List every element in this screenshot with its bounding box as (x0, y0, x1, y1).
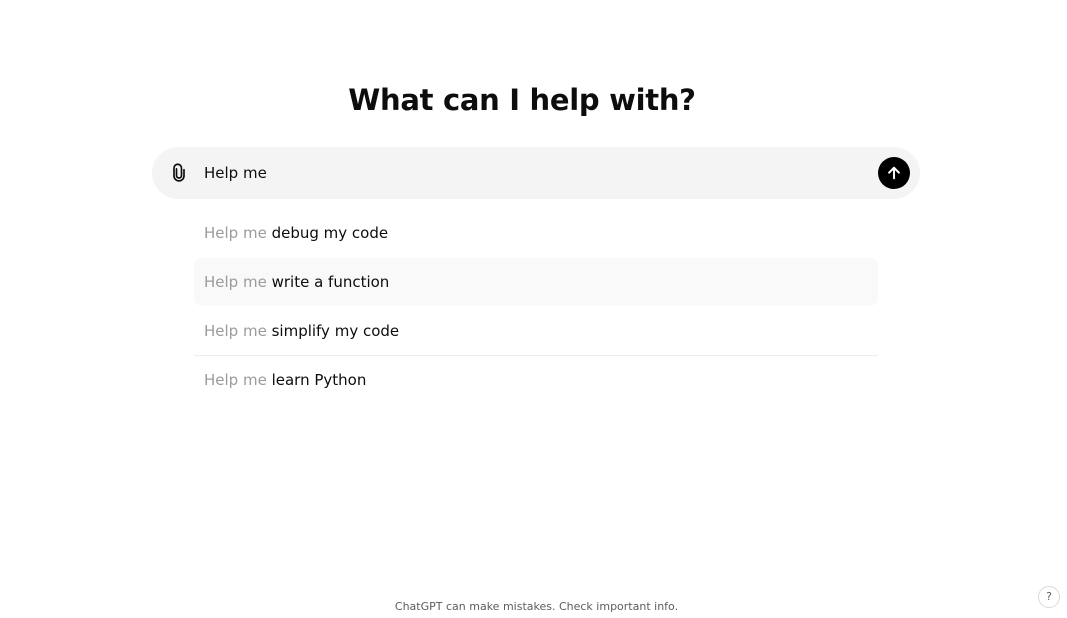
suggestion-item[interactable]: Help me debug my code (194, 209, 878, 257)
suggestion-completion: debug my code (271, 224, 389, 242)
prompt-input[interactable] (204, 158, 864, 188)
suggestion-prefix: Help me (204, 273, 267, 291)
suggestion-completion: write a function (271, 273, 390, 291)
suggestion-completion: simplify my code (271, 322, 400, 340)
send-button[interactable] (878, 157, 910, 189)
suggestion-prefix: Help me (204, 371, 267, 389)
suggestion-prefix: Help me (204, 224, 267, 242)
suggestion-item[interactable]: Help me write a function (194, 258, 878, 306)
disclaimer-text: ChatGPT can make mistakes. Check importa… (394, 600, 679, 613)
suggestion-completion: learn Python (271, 371, 367, 389)
arrow-up-icon (888, 166, 900, 180)
page-title: What can I help with? (348, 83, 696, 117)
help-button[interactable]: ? (1038, 586, 1060, 608)
suggestion-item[interactable]: Help me simplify my code (194, 307, 878, 356)
suggestion-list: Help me debug my code Help me write a fu… (194, 209, 878, 404)
chat-home: What can I help with? Help me debug my c… (0, 0, 1067, 618)
prompt-composer (152, 147, 920, 199)
suggestion-item[interactable]: Help me learn Python (194, 356, 878, 404)
suggestion-prefix: Help me (204, 322, 267, 340)
paperclip-icon[interactable] (166, 160, 192, 186)
